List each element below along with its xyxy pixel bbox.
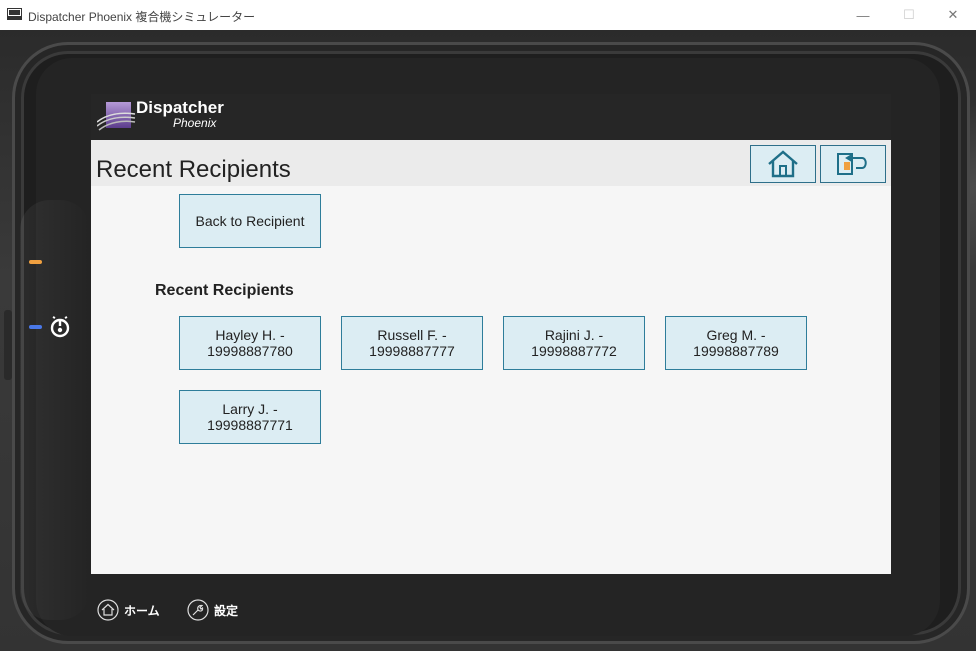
recipient-button-hayley[interactable]: Hayley H. - 19998887780 xyxy=(179,316,321,370)
recipient-name: Russell F. - xyxy=(377,327,447,343)
recipient-name: Rajini J. - xyxy=(544,327,604,343)
dispatcher-logo-icon xyxy=(97,102,136,131)
window-title: Dispatcher Phoenix 複合機シミュレーター xyxy=(28,10,256,24)
recipient-name: Greg M. - xyxy=(706,327,766,343)
bottom-settings-button[interactable]: 設定 xyxy=(187,598,238,622)
window-title-bar: Dispatcher Phoenix 複合機シミュレーター — ☐ ✕ xyxy=(0,0,976,30)
recipient-name: Hayley H. - xyxy=(215,327,285,343)
back-to-recipient-button[interactable]: Back to Recipient xyxy=(179,194,321,248)
touch-screen: Dispatcher Phoenix Recent Recipients Bac… xyxy=(91,94,891,574)
brand-name: Dispatcher xyxy=(136,98,224,117)
home-outline-icon xyxy=(97,599,119,621)
screen-header: Dispatcher Phoenix xyxy=(91,94,891,140)
recipient-number: 19998887780 xyxy=(207,343,293,359)
recent-recipients-heading: Recent Recipients xyxy=(155,282,294,299)
maximize-button[interactable]: ☐ xyxy=(886,0,932,30)
close-button[interactable]: ✕ xyxy=(930,0,976,30)
recipient-number: 19998887789 xyxy=(693,343,779,359)
brand-subname: Phoenix xyxy=(173,116,217,130)
bottom-settings-label: 設定 xyxy=(214,603,239,618)
bottom-home-button[interactable]: ホーム xyxy=(97,598,160,622)
power-saver-icon[interactable] xyxy=(48,315,72,339)
recipient-name: Larry J. - xyxy=(222,401,278,417)
wrench-icon xyxy=(187,599,209,621)
recipient-button-greg[interactable]: Greg M. - 19998887789 xyxy=(665,316,807,370)
recipient-number: 19998887777 xyxy=(369,343,455,359)
bottom-home-label: ホーム xyxy=(124,603,160,618)
back-icon xyxy=(837,153,867,175)
recipient-button-russell[interactable]: Russell F. - 19998887777 xyxy=(341,316,483,370)
recipient-button-larry[interactable]: Larry J. - 19998887771 xyxy=(179,390,321,444)
back-button[interactable] xyxy=(820,145,886,183)
status-led-orange xyxy=(29,260,42,264)
home-button[interactable] xyxy=(750,145,816,183)
home-icon xyxy=(768,150,798,178)
recipient-button-rajini[interactable]: Rajini J. - 19998887772 xyxy=(503,316,645,370)
app-icon xyxy=(7,8,22,20)
recipient-number: 19998887772 xyxy=(531,343,617,359)
page-title: Recent Recipients xyxy=(96,156,291,183)
side-notch xyxy=(4,310,12,380)
minimize-button[interactable]: — xyxy=(840,0,886,30)
recipient-number: 19998887771 xyxy=(207,417,293,433)
status-led-blue xyxy=(29,325,42,329)
